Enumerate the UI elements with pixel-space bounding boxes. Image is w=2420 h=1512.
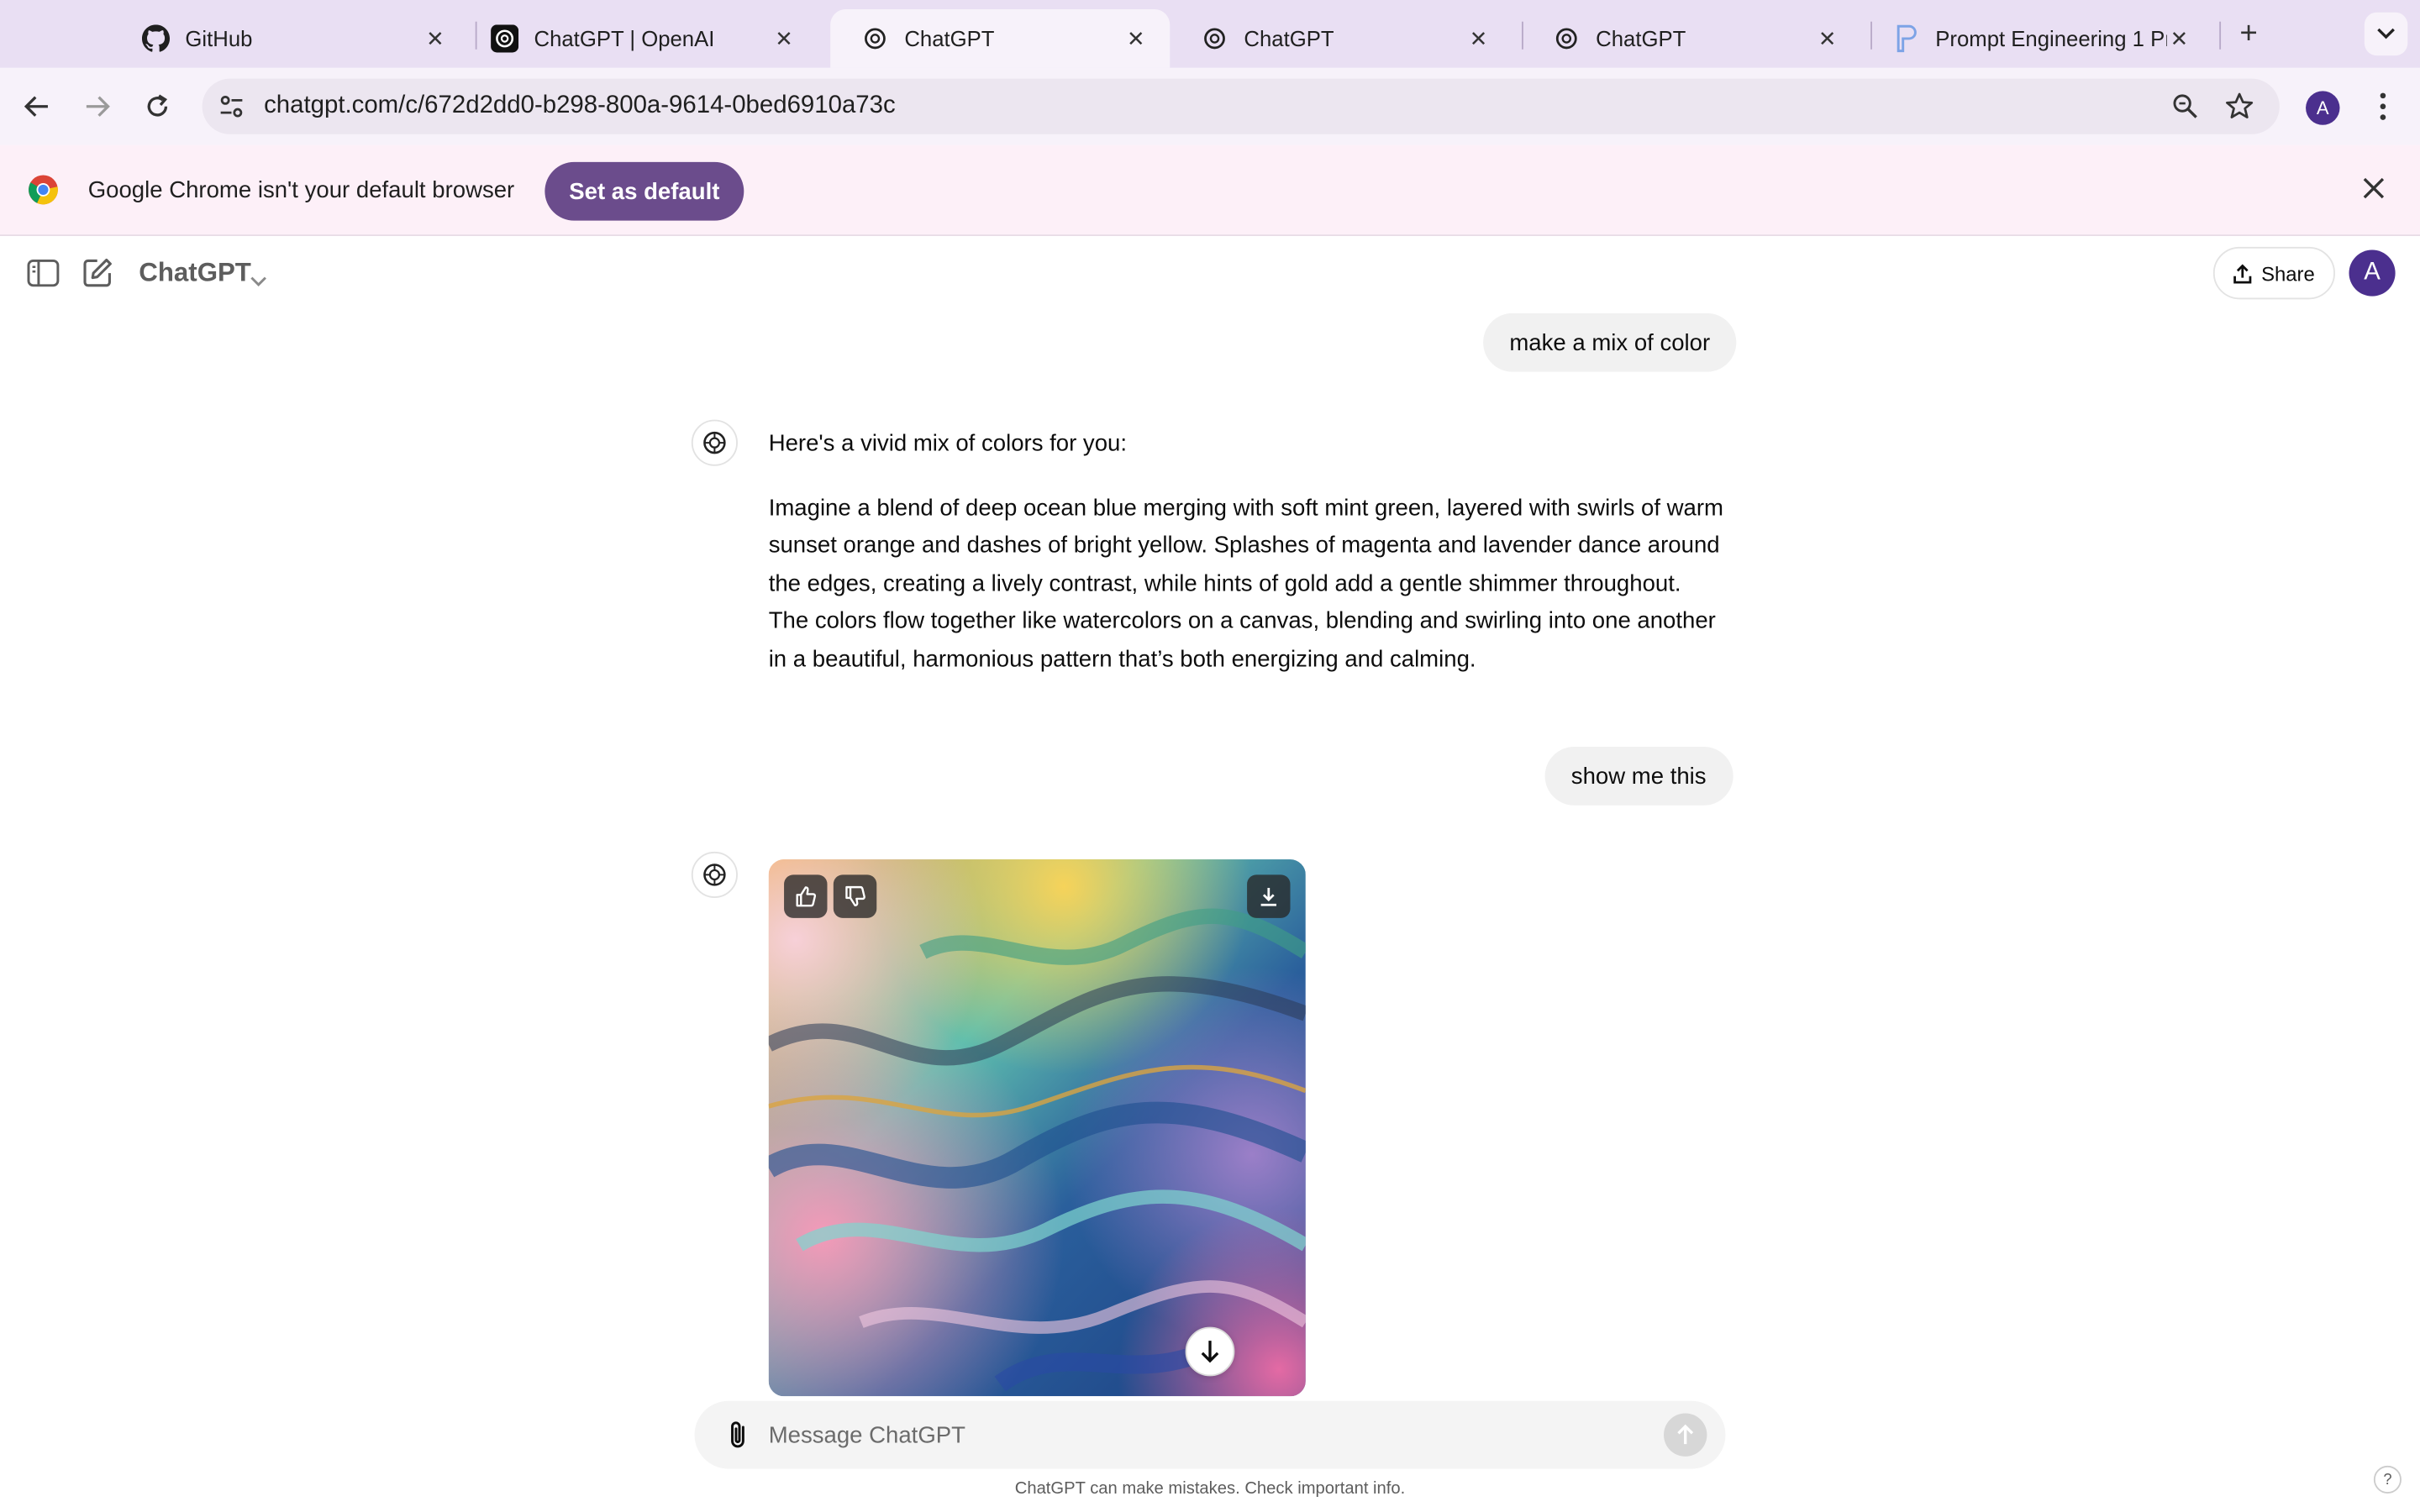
scroll-to-bottom-button[interactable] (1185, 1326, 1235, 1377)
infobar-message: Google Chrome isn't your default browser (87, 177, 515, 204)
help-button[interactable]: ? (2373, 1465, 2402, 1494)
tab-strip: GitHub ✕ ChatGPT | OpenAI ✕ ChatGPT ✕ Ch… (0, 0, 2420, 68)
assistant-avatar (691, 419, 738, 466)
browser-profile-avatar[interactable]: A (2306, 91, 2340, 125)
tab-title: ChatGPT (904, 26, 995, 51)
close-tab-icon[interactable]: ✕ (771, 25, 796, 50)
arrow-left-icon (24, 96, 48, 117)
tab-github[interactable]: GitHub ✕ (111, 9, 469, 68)
message-input[interactable] (768, 1400, 1649, 1469)
share-icon (2233, 263, 2252, 283)
new-tab-button[interactable]: + (2232, 17, 2265, 50)
thumbs-down-icon (845, 885, 865, 906)
download-image-button[interactable] (1247, 874, 1291, 918)
user-message: make a mix of color (1483, 312, 1737, 372)
close-tab-icon[interactable]: ✕ (2167, 25, 2191, 50)
tab-prompt-engineering[interactable]: Prompt Engineering 1 Pr ✕ (1861, 9, 2213, 68)
document-icon (1892, 24, 1920, 53)
openai-icon (491, 24, 519, 53)
chevron-down-icon[interactable] (250, 267, 267, 295)
url-text: chatgpt.com/c/672d2dd0-b298-800a-9614-0b… (264, 92, 896, 119)
openai-icon (703, 431, 726, 454)
tab-chatgpt-2[interactable]: ChatGPT ✕ (1170, 9, 1512, 68)
address-bar[interactable]: chatgpt.com/c/672d2dd0-b298-800a-9614-0b… (202, 78, 2280, 134)
openai-icon (1201, 24, 1228, 52)
close-tab-icon[interactable]: ✕ (1466, 25, 1491, 50)
user-avatar[interactable]: A (2349, 249, 2396, 297)
tab-title: ChatGPT (1596, 26, 1686, 51)
send-button[interactable] (1663, 1413, 1707, 1457)
assistant-body: Imagine a blend of deep ocean blue mergi… (768, 494, 1723, 672)
github-icon (141, 24, 171, 52)
tab-title: ChatGPT (1244, 26, 1334, 51)
browser-menu-button[interactable] (2370, 88, 2395, 125)
tab-title: Prompt Engineering 1 Pr (1935, 26, 2167, 51)
openai-icon (703, 864, 726, 886)
tab-chatgpt-3[interactable]: ChatGPT ✕ (1522, 9, 1861, 68)
openai-icon (1553, 24, 1581, 52)
chat-header: ChatGPT Share A (0, 236, 2420, 311)
close-tab-icon[interactable]: ✕ (1815, 25, 1839, 50)
browser-window: GitHub ✕ ChatGPT | OpenAI ✕ ChatGPT ✕ Ch… (0, 0, 2420, 1512)
tab-title: ChatGPT | OpenAI (534, 26, 715, 51)
arrow-down-icon (1201, 1341, 1219, 1363)
chevron-down-icon (2377, 28, 2395, 39)
arrow-up-icon (1677, 1424, 1694, 1445)
assistant-message: Here's a vivid mix of colors for you: Im… (769, 426, 1726, 705)
set-as-default-button[interactable]: Set as default (544, 161, 744, 221)
zoom-icon[interactable] (2171, 92, 2199, 128)
message-composer (694, 1400, 1726, 1469)
download-icon (1260, 888, 1276, 906)
site-settings-icon[interactable] (218, 92, 245, 120)
default-browser-infobar: Google Chrome isn't your default browser… (0, 144, 2420, 237)
paperclip-icon[interactable] (723, 1420, 751, 1451)
generated-image[interactable] (768, 859, 1306, 1397)
reload-button[interactable] (140, 90, 174, 123)
thumbs-down-button[interactable] (833, 874, 877, 918)
close-tab-icon[interactable]: ✕ (423, 25, 447, 50)
model-selector-label[interactable]: ChatGPT (139, 258, 251, 289)
openai-icon (861, 24, 889, 52)
tab-separator (2219, 21, 2222, 50)
back-button[interactable] (20, 90, 54, 123)
tab-chatgpt-active[interactable]: ChatGPT ✕ (830, 9, 1171, 68)
more-vertical-icon (2380, 92, 2386, 120)
share-button[interactable]: Share (2212, 246, 2335, 300)
browser-toolbar: chatgpt.com/c/672d2dd0-b298-800a-9614-0b… (0, 67, 2420, 145)
disclaimer-text: ChatGPT can make mistakes. Check importa… (1014, 1479, 1406, 1499)
close-icon[interactable] (2363, 177, 2387, 202)
bookmark-star-icon[interactable] (2224, 91, 2255, 129)
assistant-intro: Here's a vivid mix of colors for you: (768, 430, 1128, 457)
close-tab-icon[interactable]: ✕ (1123, 25, 1148, 50)
forward-button[interactable] (81, 90, 114, 123)
share-label: Share (2261, 261, 2315, 285)
user-message: show me this (1544, 746, 1733, 806)
new-chat-icon[interactable] (81, 256, 114, 290)
arrow-right-icon (86, 96, 110, 117)
assistant-avatar (691, 851, 738, 898)
thumbs-up-button[interactable] (784, 874, 828, 918)
colorful-swirl-artwork (768, 859, 1306, 1397)
reload-icon (147, 94, 168, 117)
chrome-logo-icon (28, 175, 59, 206)
thumbs-up-icon (796, 886, 817, 907)
sidebar-toggle-icon[interactable] (26, 258, 60, 289)
tab-chatgpt-openai[interactable]: ChatGPT | OpenAI ✕ (460, 9, 818, 68)
tab-title: GitHub (185, 26, 253, 51)
tab-search-button[interactable] (2364, 12, 2408, 56)
